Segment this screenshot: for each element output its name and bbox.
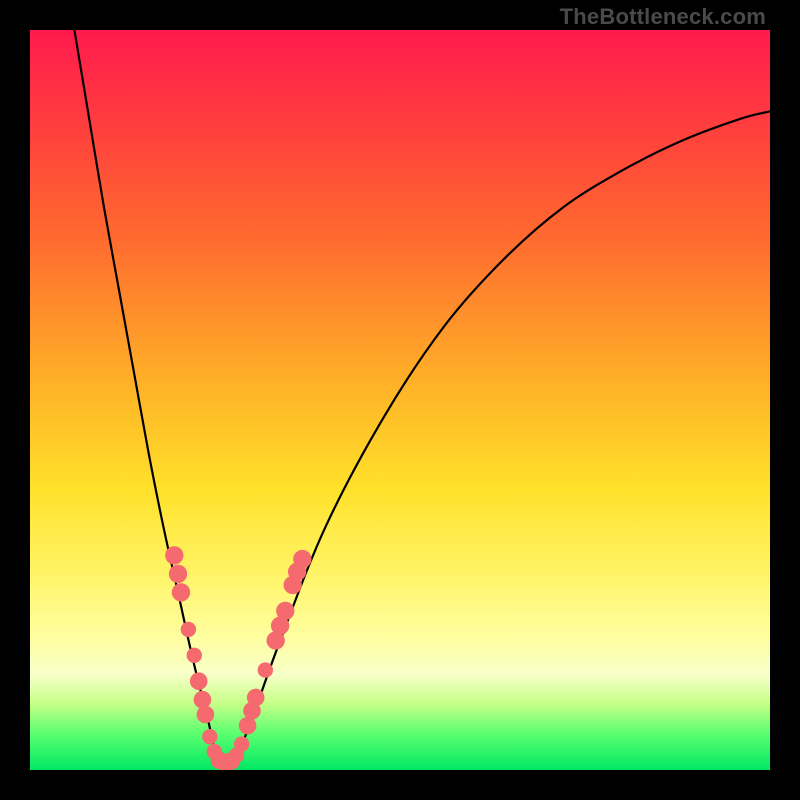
curve-marker xyxy=(276,602,294,620)
curve-marker xyxy=(165,546,183,564)
curve-marker xyxy=(197,706,215,724)
curve-marker xyxy=(190,672,208,690)
curve-marker xyxy=(181,622,196,637)
curve-marker xyxy=(247,689,265,707)
chart-plot-area xyxy=(30,30,770,770)
curve-marker xyxy=(293,550,311,568)
curve-marker xyxy=(202,729,217,744)
curve-marker xyxy=(194,691,212,709)
bottleneck-curve xyxy=(74,30,770,768)
curve-marker xyxy=(169,565,187,583)
curve-markers xyxy=(165,546,311,770)
curve-marker xyxy=(187,648,202,663)
curve-marker xyxy=(234,736,249,751)
chart-svg xyxy=(30,30,770,770)
curve-marker xyxy=(172,583,190,601)
curve-marker xyxy=(258,662,273,677)
watermark-text: TheBottleneck.com xyxy=(560,4,766,30)
